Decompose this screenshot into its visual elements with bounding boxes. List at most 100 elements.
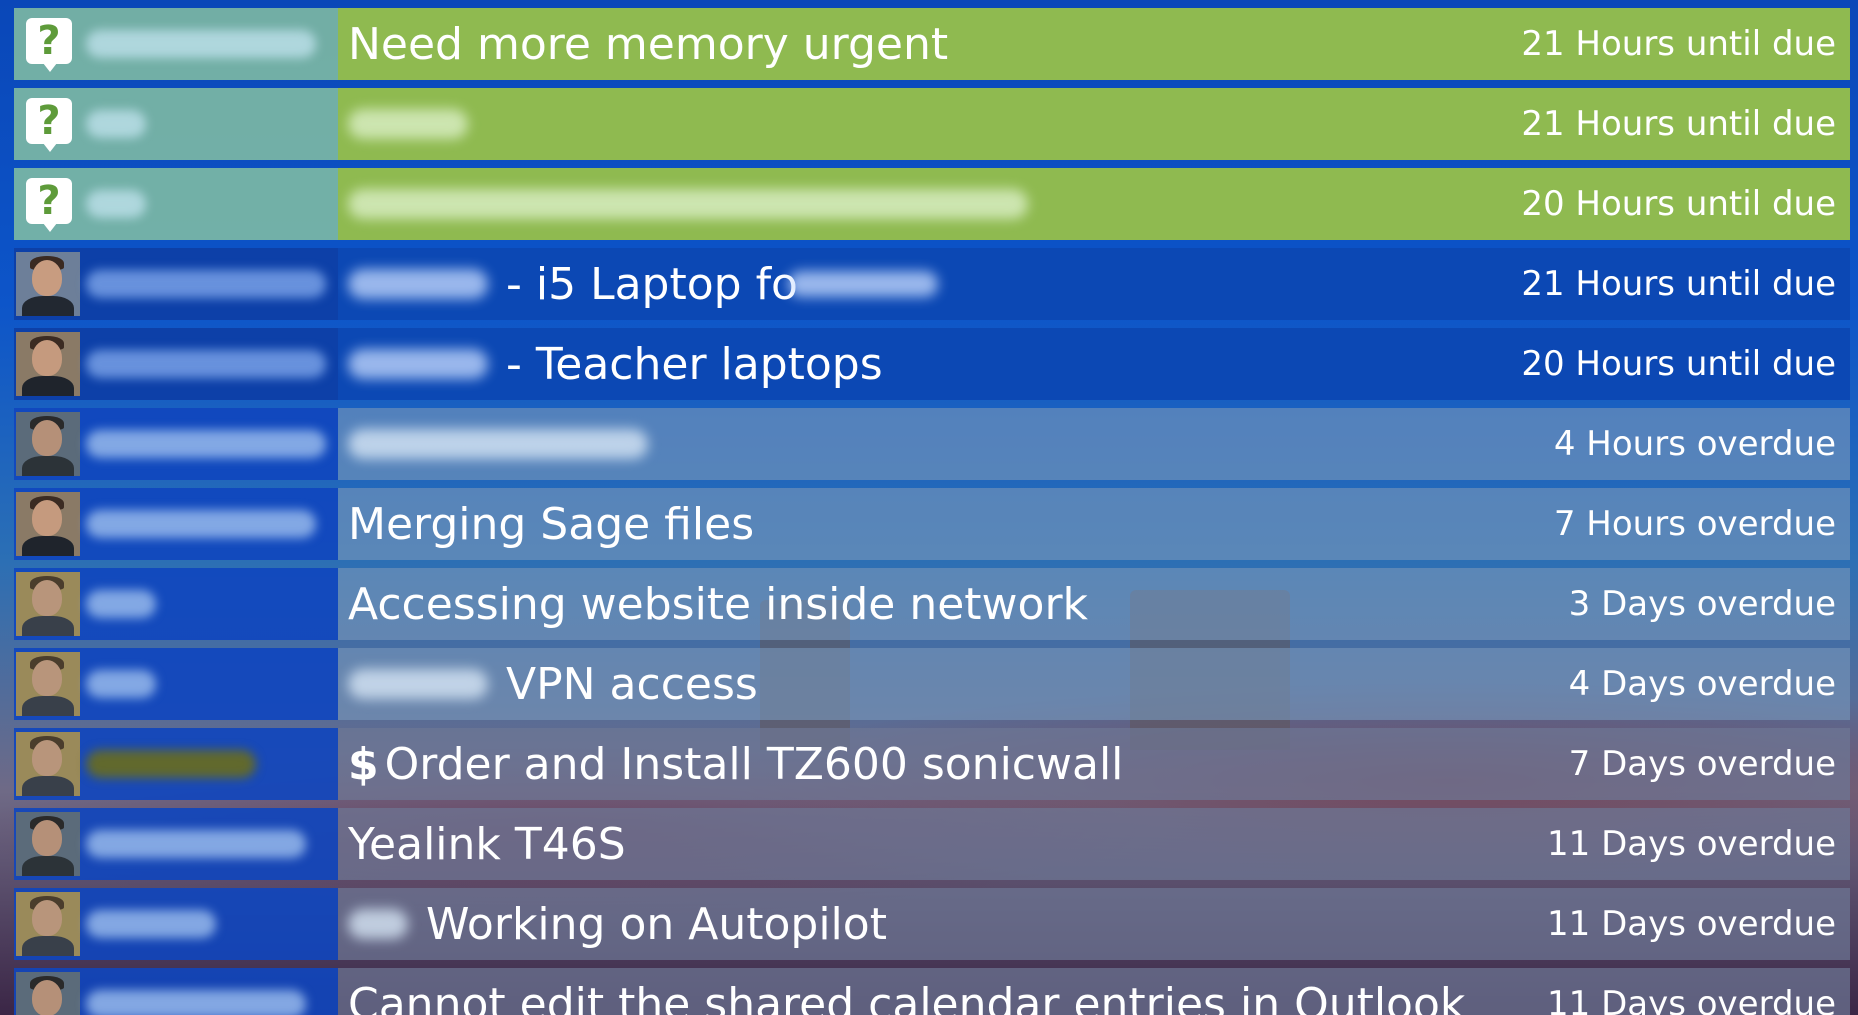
ticket-subject: Need more memory urgent: [338, 19, 948, 70]
redacted-assignee-name: [86, 590, 156, 618]
redacted-assignee-name: [86, 110, 146, 138]
ticket-subject: - i5 Laptop fo: [338, 259, 938, 310]
person-avatar: [16, 892, 80, 956]
person-avatar: [16, 252, 80, 316]
ticket-summary: Merging Sage files 7 Hours overdue: [338, 488, 1850, 560]
ticket-row[interactable]: VPN access 4 Days overdue: [14, 648, 1850, 720]
due-status: 7 Days overdue: [1568, 744, 1836, 784]
redacted-subject-suffix: [787, 271, 938, 297]
question-icon: ?: [26, 18, 72, 72]
redacted-assignee-name: [86, 270, 326, 298]
ticket-row[interactable]: ? 21 Hours until due: [14, 88, 1850, 160]
ticket-subject: [338, 189, 1046, 219]
redacted-assignee-name: [86, 670, 156, 698]
redacted-assignee-name: [86, 430, 326, 458]
ticket-summary: - Teacher laptops 20 Hours until due: [338, 328, 1850, 400]
due-status: 4 Hours overdue: [1553, 424, 1836, 464]
redacted-assignee-name: [86, 190, 146, 218]
ticket-row[interactable]: Yealink T46S 11 Days overdue: [14, 808, 1850, 880]
assignee-cell: ?: [14, 8, 338, 80]
subject-text: Need more memory urgent: [348, 18, 949, 70]
redacted-subject: [348, 909, 408, 939]
question-icon: ?: [26, 178, 72, 232]
due-status: 21 Hours until due: [1521, 104, 1836, 144]
person-avatar: [16, 412, 80, 476]
subject-text: Merging Sage files: [348, 498, 755, 550]
redacted-subject: [348, 429, 648, 459]
assignee-cell: [14, 248, 338, 320]
assignee-cell: [14, 888, 338, 960]
due-status: 7 Hours overdue: [1553, 504, 1836, 544]
due-status: 21 Hours until due: [1521, 24, 1836, 64]
assignee-cell: [14, 488, 338, 560]
ticket-row[interactable]: Working on Autopilot 11 Days overdue: [14, 888, 1850, 960]
ticket-summary: 20 Hours until due: [338, 168, 1850, 240]
redacted-subject: [348, 349, 488, 379]
ticket-row[interactable]: - i5 Laptop fo 21 Hours until due: [14, 248, 1850, 320]
assignee-cell: [14, 808, 338, 880]
ticket-summary: Need more memory urgent 21 Hours until d…: [338, 8, 1850, 80]
subject-text: Working on Autopilot: [426, 898, 887, 950]
ticket-subject: [338, 109, 486, 139]
assignee-cell: [14, 968, 338, 1015]
ticket-row[interactable]: ? Need more memory urgent 21 Hours until…: [14, 8, 1850, 80]
redacted-subject: [348, 109, 468, 139]
redacted-assignee-name: [86, 750, 256, 778]
question-icon: ?: [26, 98, 72, 152]
subject-text: Accessing website inside network: [348, 578, 1089, 630]
person-avatar: [16, 972, 80, 1015]
ticket-row[interactable]: Cannot edit the shared calendar entries …: [14, 968, 1850, 1015]
person-avatar: [16, 732, 80, 796]
assignee-cell: [14, 648, 338, 720]
ticket-summary: Working on Autopilot 11 Days overdue: [338, 888, 1850, 960]
ticket-row[interactable]: 4 Hours overdue: [14, 408, 1850, 480]
assignee-cell: [14, 568, 338, 640]
ticket-summary: Cannot edit the shared calendar entries …: [338, 968, 1850, 1015]
billable-dollar-icon: $: [348, 738, 379, 790]
ticket-summary: VPN access 4 Days overdue: [338, 648, 1850, 720]
redacted-assignee-name: [86, 30, 316, 58]
ticket-summary: - i5 Laptop fo 21 Hours until due: [338, 248, 1850, 320]
assignee-cell: ?: [14, 168, 338, 240]
redacted-subject: [348, 189, 1028, 219]
ticket-summary: Yealink T46S 11 Days overdue: [338, 808, 1850, 880]
person-avatar: [16, 652, 80, 716]
ticket-row[interactable]: - Teacher laptops 20 Hours until due: [14, 328, 1850, 400]
ticket-subject: - Teacher laptops: [338, 339, 883, 390]
due-status: 21 Hours until due: [1521, 264, 1836, 304]
due-status: 4 Days overdue: [1568, 664, 1836, 704]
ticket-subject: [338, 429, 666, 459]
subject-text: - Teacher laptops: [506, 338, 883, 390]
due-status: 11 Days overdue: [1547, 984, 1836, 1015]
due-status: 20 Hours until due: [1521, 344, 1836, 384]
assignee-cell: ?: [14, 88, 338, 160]
ticket-subject: Merging Sage files: [338, 499, 754, 550]
ticket-summary: $ Order and Install TZ600 sonicwall 7 Da…: [338, 728, 1850, 800]
assignee-cell: [14, 728, 338, 800]
ticket-subject: Yealink T46S: [338, 819, 626, 870]
ticket-subject: Working on Autopilot: [338, 899, 887, 950]
ticket-subject: VPN access: [338, 659, 758, 710]
due-status: 11 Days overdue: [1547, 904, 1836, 944]
redacted-subject: [348, 269, 488, 299]
subject-text: VPN access: [506, 658, 758, 710]
ticket-row[interactable]: Accessing website inside network 3 Days …: [14, 568, 1850, 640]
ticket-dashboard: ? Need more memory urgent 21 Hours until…: [0, 0, 1858, 1015]
redacted-assignee-name: [86, 910, 216, 938]
ticket-summary: 4 Hours overdue: [338, 408, 1850, 480]
ticket-row[interactable]: $ Order and Install TZ600 sonicwall 7 Da…: [14, 728, 1850, 800]
person-avatar: [16, 492, 80, 556]
assignee-cell: [14, 408, 338, 480]
redacted-assignee-name: [86, 510, 316, 538]
subject-text: Order and Install TZ600 sonicwall: [384, 738, 1124, 790]
subject-text: - i5 Laptop fo: [506, 258, 798, 310]
ticket-summary: 21 Hours until due: [338, 88, 1850, 160]
ticket-summary: Accessing website inside network 3 Days …: [338, 568, 1850, 640]
person-avatar: [16, 332, 80, 396]
person-avatar: [16, 812, 80, 876]
ticket-subject: Accessing website inside network: [338, 579, 1088, 630]
ticket-row[interactable]: Merging Sage files 7 Hours overdue: [14, 488, 1850, 560]
ticket-row[interactable]: ? 20 Hours until due: [14, 168, 1850, 240]
redacted-assignee-name: [86, 830, 306, 858]
assignee-cell: [14, 328, 338, 400]
